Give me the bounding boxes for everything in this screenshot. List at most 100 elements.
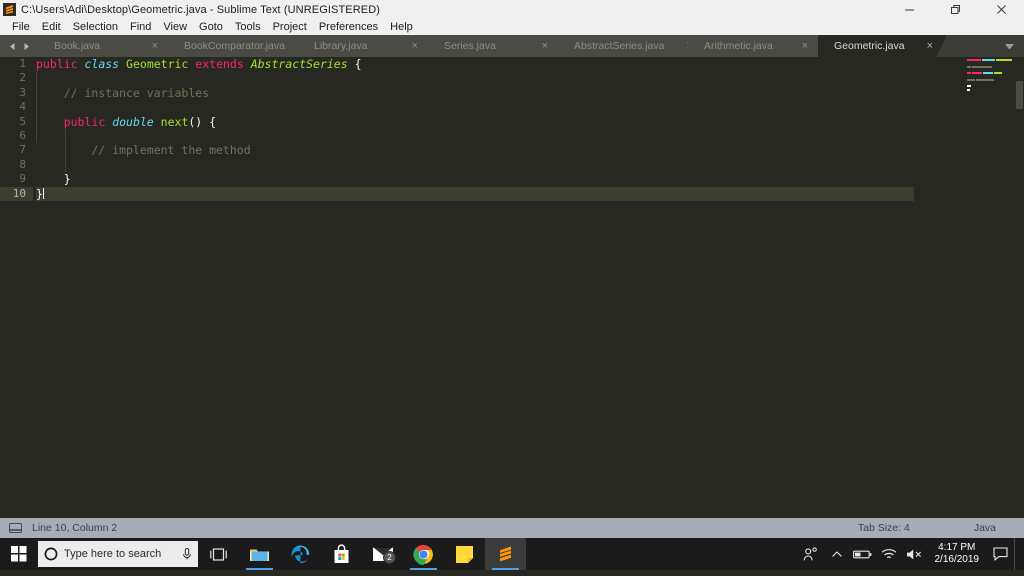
taskbar-app-sublime-text[interactable] xyxy=(485,538,526,570)
clock-date: 2/16/2019 xyxy=(934,554,980,565)
taskbar-app-file-explorer[interactable] xyxy=(239,538,280,570)
chevron-up-icon[interactable] xyxy=(824,538,850,570)
minimap-line xyxy=(967,75,1012,77)
minimap-token xyxy=(967,88,970,91)
code-token: // implement the method xyxy=(36,143,251,158)
line-number: 6 xyxy=(19,128,26,142)
minimap-line xyxy=(967,82,1012,84)
windows-taskbar: Type here to search 2 4:17 PM 2/16/2019 xyxy=(0,538,1024,570)
minimap[interactable] xyxy=(967,59,1012,99)
tab-close-button[interactable]: × xyxy=(520,40,548,52)
minimap-token xyxy=(967,65,971,68)
tab-close-button[interactable]: × xyxy=(780,40,808,52)
code-token: AbstractSeries xyxy=(250,57,348,71)
battery-icon[interactable] xyxy=(850,538,876,570)
tab-label: Geometric.java xyxy=(834,40,905,52)
taskbar-app-mail[interactable]: 2 xyxy=(362,538,403,570)
tab-size-indicator[interactable]: Tab Size: 4 xyxy=(858,522,910,534)
menu-item-project[interactable]: Project xyxy=(267,19,313,35)
chevron-down-icon xyxy=(1004,43,1014,49)
editor-tab[interactable]: Arithmetic.java × xyxy=(688,35,829,57)
minimap-token xyxy=(972,65,992,68)
editor-tab[interactable]: AbstractSeries.java× xyxy=(558,35,699,57)
start-button[interactable] xyxy=(0,538,38,570)
minimap-line xyxy=(967,78,1012,81)
minimap-token xyxy=(983,72,993,75)
store-bag-icon xyxy=(334,544,349,563)
sublime-text-logo-icon xyxy=(3,3,16,16)
minimap-token xyxy=(982,59,995,62)
language-indicator[interactable]: Java xyxy=(974,522,996,534)
search-input[interactable]: Type here to search xyxy=(64,548,176,560)
menu-item-view[interactable]: View xyxy=(157,19,193,35)
cortana-circle-icon xyxy=(38,547,64,561)
speaker-muted-icon[interactable] xyxy=(902,538,928,570)
action-center-button[interactable] xyxy=(986,538,1014,570)
wifi-icon[interactable] xyxy=(876,538,902,570)
restore-button[interactable] xyxy=(932,0,978,19)
line-number: 3 xyxy=(19,85,26,99)
close-button[interactable] xyxy=(978,0,1024,19)
menu-item-goto[interactable]: Goto xyxy=(193,19,229,35)
indent-guide xyxy=(36,71,37,144)
running-indicator xyxy=(246,568,273,570)
code-line: public double next() { xyxy=(36,115,914,129)
line-number: 9 xyxy=(19,172,26,186)
show-desktop-button[interactable] xyxy=(1014,538,1024,570)
menu-item-file[interactable]: File xyxy=(6,19,36,35)
microphone-icon[interactable] xyxy=(176,547,198,561)
tab-close-button[interactable]: × xyxy=(905,40,933,52)
code-line: } xyxy=(36,172,914,186)
code-content[interactable]: public class Geometric extends AbstractS… xyxy=(36,57,914,518)
editor-tab[interactable]: Library.java × xyxy=(298,35,439,57)
editor-tab[interactable]: BookComparator.java× xyxy=(168,35,313,57)
editor-scrollbar[interactable] xyxy=(1015,79,1024,518)
line-number: 2 xyxy=(19,71,26,85)
menu-item-tools[interactable]: Tools xyxy=(229,19,267,35)
taskbar-app-microsoft-store[interactable] xyxy=(321,538,362,570)
taskbar-search-box[interactable]: Type here to search xyxy=(38,541,198,567)
line-number: 10 xyxy=(0,186,33,201)
running-indicator xyxy=(410,568,437,570)
editor-tab[interactable]: Geometric.java × xyxy=(818,35,947,57)
editor-tab[interactable]: Series.java × xyxy=(428,35,569,57)
folder-icon xyxy=(250,549,269,561)
clock-time: 4:17 PM xyxy=(938,542,976,553)
menu-item-edit[interactable]: Edit xyxy=(36,19,67,35)
tab-label: Book.java xyxy=(54,40,101,52)
tab-list-dropdown-button[interactable] xyxy=(994,35,1024,57)
menu-item-find[interactable]: Find xyxy=(124,19,157,35)
menu-item-help[interactable]: Help xyxy=(384,19,419,35)
taskbar-app-sticky-notes[interactable] xyxy=(444,538,485,570)
editor-tab[interactable]: Book.java × xyxy=(38,35,179,57)
tab-label: Series.java xyxy=(444,40,496,52)
minimap-token xyxy=(972,72,982,75)
people-icon[interactable] xyxy=(798,538,824,570)
minimap-token xyxy=(967,78,975,81)
status-right-group: Tab Size: 4 Java xyxy=(858,522,1024,534)
line-number: 7 xyxy=(19,143,26,157)
chrome-icon xyxy=(413,544,433,565)
taskbar-app-task-view[interactable] xyxy=(198,538,239,570)
code-token: public xyxy=(63,114,106,129)
scrollbar-thumb[interactable] xyxy=(1016,81,1023,109)
taskbar-clock[interactable]: 4:17 PM 2/16/2019 xyxy=(928,538,987,570)
tab-label: BookComparator.java xyxy=(184,40,285,52)
taskbar-app-microsoft-edge[interactable] xyxy=(280,538,321,570)
taskbar-app-google-chrome[interactable] xyxy=(403,538,444,570)
chevron-right-icon xyxy=(24,42,29,50)
tab-close-button[interactable]: × xyxy=(390,40,418,52)
minimize-button[interactable] xyxy=(886,0,932,19)
minimap-line xyxy=(967,59,1012,62)
code-editor[interactable]: 1 2 3 4 5 6 7 8 9 10 public class Geometric exten… xyxy=(0,57,1024,518)
menu-item-preferences[interactable]: Preferences xyxy=(313,19,384,35)
line-number: 1 xyxy=(19,57,26,70)
code-token: public xyxy=(36,57,78,71)
application-body: Book.java×BookComparator.java×Library.ja… xyxy=(0,35,1024,538)
menu-item-selection[interactable]: Selection xyxy=(67,19,124,35)
title-bar: C:\Users\Adi\Desktop\Geometric.java - Su… xyxy=(0,0,1024,19)
tab-close-button[interactable]: × xyxy=(130,40,158,52)
console-panel-icon[interactable] xyxy=(9,522,22,534)
system-tray: 4:17 PM 2/16/2019 xyxy=(798,538,1024,570)
